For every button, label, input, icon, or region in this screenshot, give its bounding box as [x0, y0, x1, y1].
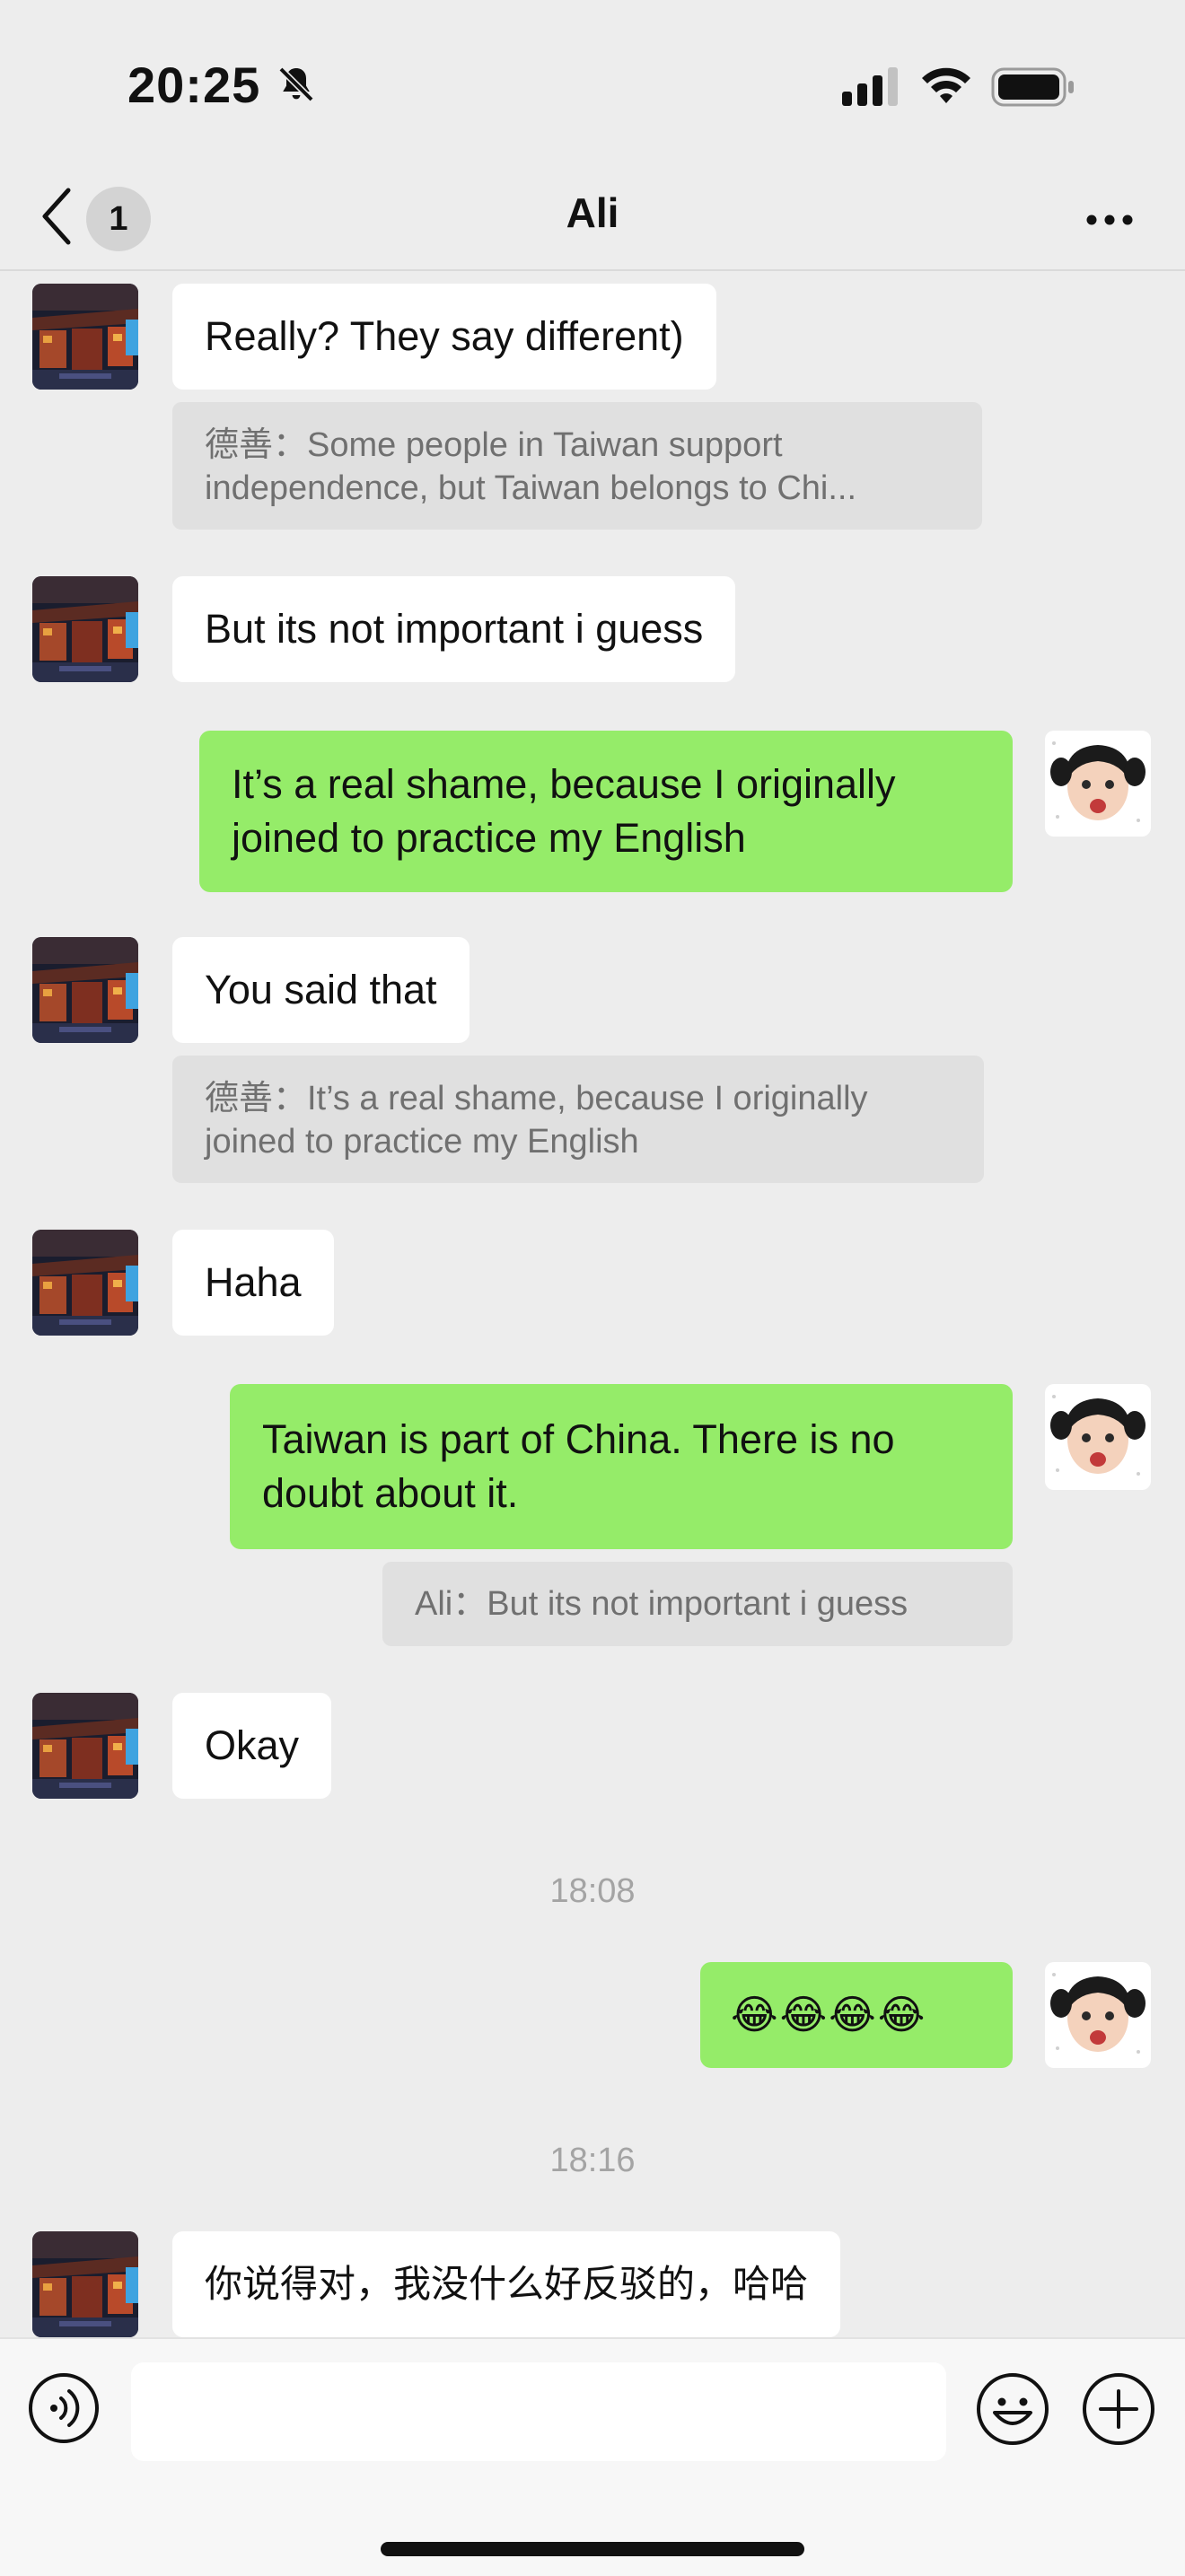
voice-icon[interactable]	[27, 2371, 101, 2445]
message-text: 你说得对，我没什么好反驳的，哈哈	[205, 2262, 809, 2306]
quoted-message[interactable]: 德善：Some people in Taiwan support indepen…	[172, 402, 982, 530]
input-bar	[0, 2337, 1185, 2576]
incoming-message-bubble[interactable]: Haha	[172, 1230, 334, 1336]
message-text: Taiwan is part of China. There is no dou…	[262, 1416, 895, 1516]
user-avatar[interactable]	[1045, 731, 1151, 837]
more-icon[interactable]	[1084, 197, 1135, 242]
message-text: You said that	[205, 967, 437, 1012]
quoted-message-text: Ali：But its not important i guess	[415, 1585, 908, 1623]
contact-avatar[interactable]	[32, 284, 138, 390]
timestamp: 18:08	[549, 1872, 636, 1910]
message-text: Okay	[205, 1722, 300, 1768]
outgoing-message-bubble[interactable]: Taiwan is part of China. There is no dou…	[230, 1384, 1013, 1549]
home-indicator[interactable]	[381, 2542, 804, 2556]
bell-slash-icon	[278, 66, 314, 102]
quoted-message[interactable]: Ali：But its not important i guess	[382, 1562, 1013, 1646]
quoted-message[interactable]: 德善：It’s a real shame, because I original…	[172, 1056, 984, 1183]
contact-avatar[interactable]	[32, 1693, 138, 1799]
message-text: But its not important i guess	[205, 606, 704, 652]
plus-icon[interactable]	[1081, 2371, 1156, 2447]
cellular-signal-icon	[842, 67, 898, 106]
contact-avatar[interactable]	[32, 1230, 138, 1336]
message-text: 😂😂😂😂	[731, 1992, 927, 2037]
battery-icon	[991, 67, 1074, 107]
outgoing-message-bubble[interactable]: 😂😂😂😂	[700, 1962, 1013, 2068]
chat-header: 1 Ali	[0, 171, 1185, 271]
wifi-icon	[922, 67, 970, 103]
status-bar: 20:25	[0, 0, 1185, 171]
message-list[interactable]: Really? They say different) 德善：Some peop…	[0, 269, 1185, 2337]
user-avatar[interactable]	[1045, 1962, 1151, 2068]
timestamp: 18:16	[549, 2142, 636, 2179]
message-text: Really? They say different)	[205, 313, 684, 359]
contact-avatar[interactable]	[32, 2231, 138, 2337]
contact-avatar[interactable]	[32, 576, 138, 682]
incoming-message-bubble[interactable]: Okay	[172, 1693, 332, 1799]
incoming-message-bubble[interactable]: 你说得对，我没什么好反驳的，哈哈	[172, 2231, 841, 2337]
incoming-message-bubble[interactable]: Really? They say different)	[172, 284, 716, 390]
status-time: 20:25	[127, 57, 261, 113]
emoji-icon[interactable]	[975, 2371, 1050, 2447]
quoted-message-text: 德善：It’s a real shame, because I original…	[205, 1080, 868, 1161]
message-text: It’s a real shame, because I originally …	[232, 761, 896, 861]
incoming-message-bubble[interactable]: But its not important i guess	[172, 576, 736, 682]
message-input[interactable]	[131, 2362, 946, 2461]
message-text: Haha	[205, 1259, 302, 1305]
outgoing-message-bubble[interactable]: It’s a real shame, because I originally …	[199, 731, 1013, 892]
user-avatar[interactable]	[1045, 1384, 1151, 1490]
chat-title: Ali	[566, 189, 619, 236]
contact-avatar[interactable]	[32, 937, 138, 1043]
quoted-message-text: 德善：Some people in Taiwan support indepen…	[205, 426, 857, 507]
incoming-message-bubble[interactable]: You said that	[172, 937, 470, 1043]
